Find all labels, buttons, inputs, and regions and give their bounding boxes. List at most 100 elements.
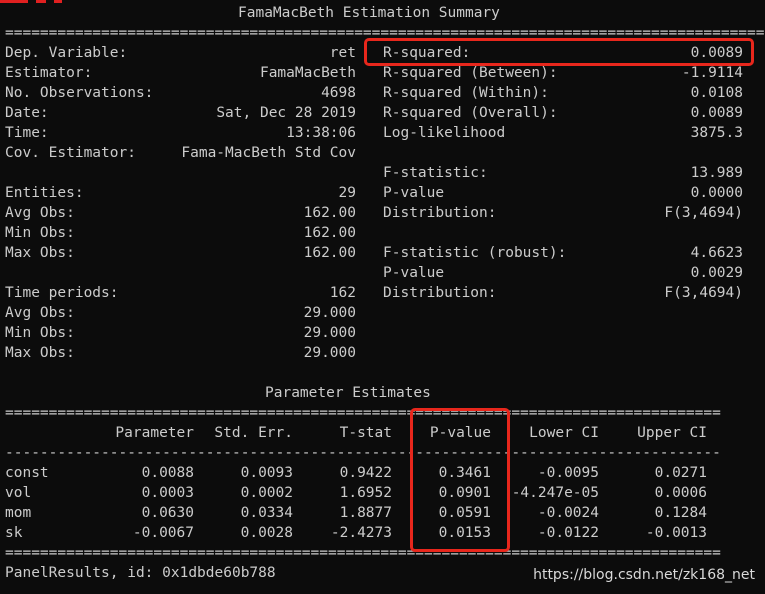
- param-cell: -0.0024: [537, 505, 599, 521]
- summary-left-label: Avg Obs:: [5, 305, 75, 321]
- summary-right-value: 0.0108: [690, 85, 743, 101]
- summary-row: Time: 13:38:06 Log-likelihood 3875.3: [0, 123, 765, 143]
- param-name: sk: [5, 525, 23, 541]
- summary-left-value: 4698: [321, 85, 356, 101]
- summary-right-label: R-squared (Within):: [383, 85, 549, 101]
- terminal-output: FamaMacBeth Estimation Summary =========…: [0, 0, 765, 594]
- summary-right-value: -1.9114: [681, 65, 743, 81]
- summary-row: Avg Obs: 29.000: [0, 303, 765, 323]
- summary-left-value: 162: [329, 285, 356, 301]
- summary-left-value: 29.000: [303, 305, 356, 321]
- summary-left-value: 162.00: [303, 205, 356, 221]
- footer-text: PanelResults, id: 0x1dbde60b788: [5, 565, 276, 581]
- summary-right-value: 0.0029: [690, 265, 743, 281]
- summary-right-value: 3875.3: [690, 125, 743, 141]
- summary-row: Min Obs: 162.00: [0, 223, 765, 243]
- summary-left-value: 13:38:06: [286, 125, 356, 141]
- summary-right-value: 0.0089: [690, 105, 743, 121]
- summary-row: Date: Sat, Dec 28 2019 R-squared (Overall)…: [0, 103, 765, 123]
- summary-left-value: 29.000: [303, 325, 356, 341]
- watermark-text: https://blog.csdn.net/zk168_net: [533, 567, 755, 583]
- param-cell: 0.0901: [438, 485, 491, 501]
- summary-left-label: Max Obs:: [5, 245, 75, 261]
- summary-row: Max Obs: 29.000: [0, 343, 765, 363]
- summary-left-value: 162.00: [303, 245, 356, 261]
- summary-right-label: F-statistic (robust):: [383, 245, 567, 261]
- param-cell: 0.1284: [654, 505, 707, 521]
- summary-row: No. Observations: 4698 R-squared (Within):…: [0, 83, 765, 103]
- summary-left-label: Date:: [5, 105, 49, 121]
- params-row: vol 0.0003 0.0002 1.6952 0.0901 -4.247e-05 0.0…: [0, 483, 765, 503]
- summary-row: Dep. Variable: ret R-squared: 0.0089: [0, 43, 765, 63]
- summary-left-value: FamaMacBeth: [259, 65, 356, 81]
- params-row: const 0.0088 0.0093 0.9422 0.3461 -0.0095 0.02…: [0, 463, 765, 483]
- summary-right-value: 0.0000: [690, 185, 743, 201]
- param-cell: -0.0122: [537, 525, 599, 541]
- summary-left-label: Time periods:: [5, 285, 119, 301]
- summary-left-value: 29: [338, 185, 356, 201]
- summary-right-label: Distribution:: [383, 205, 497, 221]
- summary-left-label: Entities:: [5, 185, 84, 201]
- params-header-row: Parameter Std. Err. T-stat P-value Lower CI U…: [0, 423, 765, 443]
- summary-right-value: 4.6623: [690, 245, 743, 261]
- summary-right-label: P-value: [383, 185, 445, 201]
- params-column-header: P-value: [429, 425, 491, 441]
- param-cell: 0.0591: [438, 505, 491, 521]
- summary-row: Estimator: FamaMacBeth R-squared (Between)…: [0, 63, 765, 83]
- top-edge-marks: [0, 0, 70, 4]
- summary-left-value: Sat, Dec 28 2019: [216, 105, 356, 121]
- summary-row: Max Obs: 162.00 F-statistic (robust): 4.662…: [0, 243, 765, 263]
- summary-row: P-value 0.0029: [0, 263, 765, 283]
- params-column-header: Lower CI: [529, 425, 599, 441]
- summary-right-label: R-squared (Between):: [383, 65, 558, 81]
- summary-right-value: F(3,4694): [664, 285, 743, 301]
- summary-right-label: R-squared:: [383, 45, 471, 61]
- summary-row: Entities: 29 P-value 0.0000: [0, 183, 765, 203]
- summary-right-label: R-squared (Overall):: [383, 105, 558, 121]
- summary-row: F-statistic: 13.989: [0, 163, 765, 183]
- separator-line: ========================================…: [5, 545, 721, 561]
- summary-left-label: Avg Obs:: [5, 205, 75, 221]
- params-title: Parameter Estimates: [265, 385, 431, 401]
- summary-left-label: Dep. Variable:: [5, 45, 128, 61]
- summary-row: Time periods: 162 Distribution: F(3,4694): [0, 283, 765, 303]
- summary-left-label: Time:: [5, 125, 49, 141]
- separator-line: ========================================…: [5, 25, 765, 41]
- separator-line: ----------------------------------------…: [5, 445, 721, 461]
- param-cell: 0.3461: [438, 465, 491, 481]
- summary-right-label: F-statistic:: [383, 165, 488, 181]
- summary-left-value: 29.000: [303, 345, 356, 361]
- param-cell: -0.0013: [645, 525, 707, 541]
- param-name: const: [5, 465, 49, 481]
- summary-left-value: ret: [329, 45, 356, 61]
- param-name: vol: [5, 485, 32, 501]
- param-cell: -4.247e-05: [511, 485, 599, 501]
- summary-left-label: Max Obs:: [5, 345, 75, 361]
- summary-right-value: 0.0089: [690, 45, 743, 61]
- summary-right-value: F(3,4694): [664, 205, 743, 221]
- param-cell: 0.0006: [654, 485, 707, 501]
- summary-left-value: Fama-MacBeth Std Cov: [181, 145, 356, 161]
- summary-left-label: Min Obs:: [5, 325, 75, 341]
- summary-left-label: Estimator:: [5, 65, 93, 81]
- summary-right-value: 13.989: [690, 165, 743, 181]
- summary-left-label: Cov. Estimator:: [5, 145, 136, 161]
- params-row: sk -0.0067 0.0028 -2.4273 0.0153 -0.0122 -0.00…: [0, 523, 765, 543]
- summary-right-label: P-value: [383, 265, 445, 281]
- separator-line: ========================================…: [5, 405, 721, 421]
- summary-right-label: Log-likelihood: [383, 125, 506, 141]
- summary-row: Avg Obs: 162.00 Distribution: F(3,4694): [0, 203, 765, 223]
- summary-row: Min Obs: 29.000: [0, 323, 765, 343]
- summary-right-label: Distribution:: [383, 285, 497, 301]
- summary-left-value: 162.00: [303, 225, 356, 241]
- summary-left-label: Min Obs:: [5, 225, 75, 241]
- summary-left-label: No. Observations:: [5, 85, 154, 101]
- param-cell: 0.0271: [654, 465, 707, 481]
- summary-row: Cov. Estimator: Fama-MacBeth Std Cov: [0, 143, 765, 163]
- summary-title: FamaMacBeth Estimation Summary: [238, 5, 500, 21]
- params-column-header: Upper CI: [637, 425, 707, 441]
- param-cell: 0.0153: [438, 525, 491, 541]
- params-row: mom 0.0630 0.0334 1.8877 0.0591 -0.0024 0.1284: [0, 503, 765, 523]
- param-cell: -0.0095: [537, 465, 599, 481]
- param-name: mom: [5, 505, 32, 521]
